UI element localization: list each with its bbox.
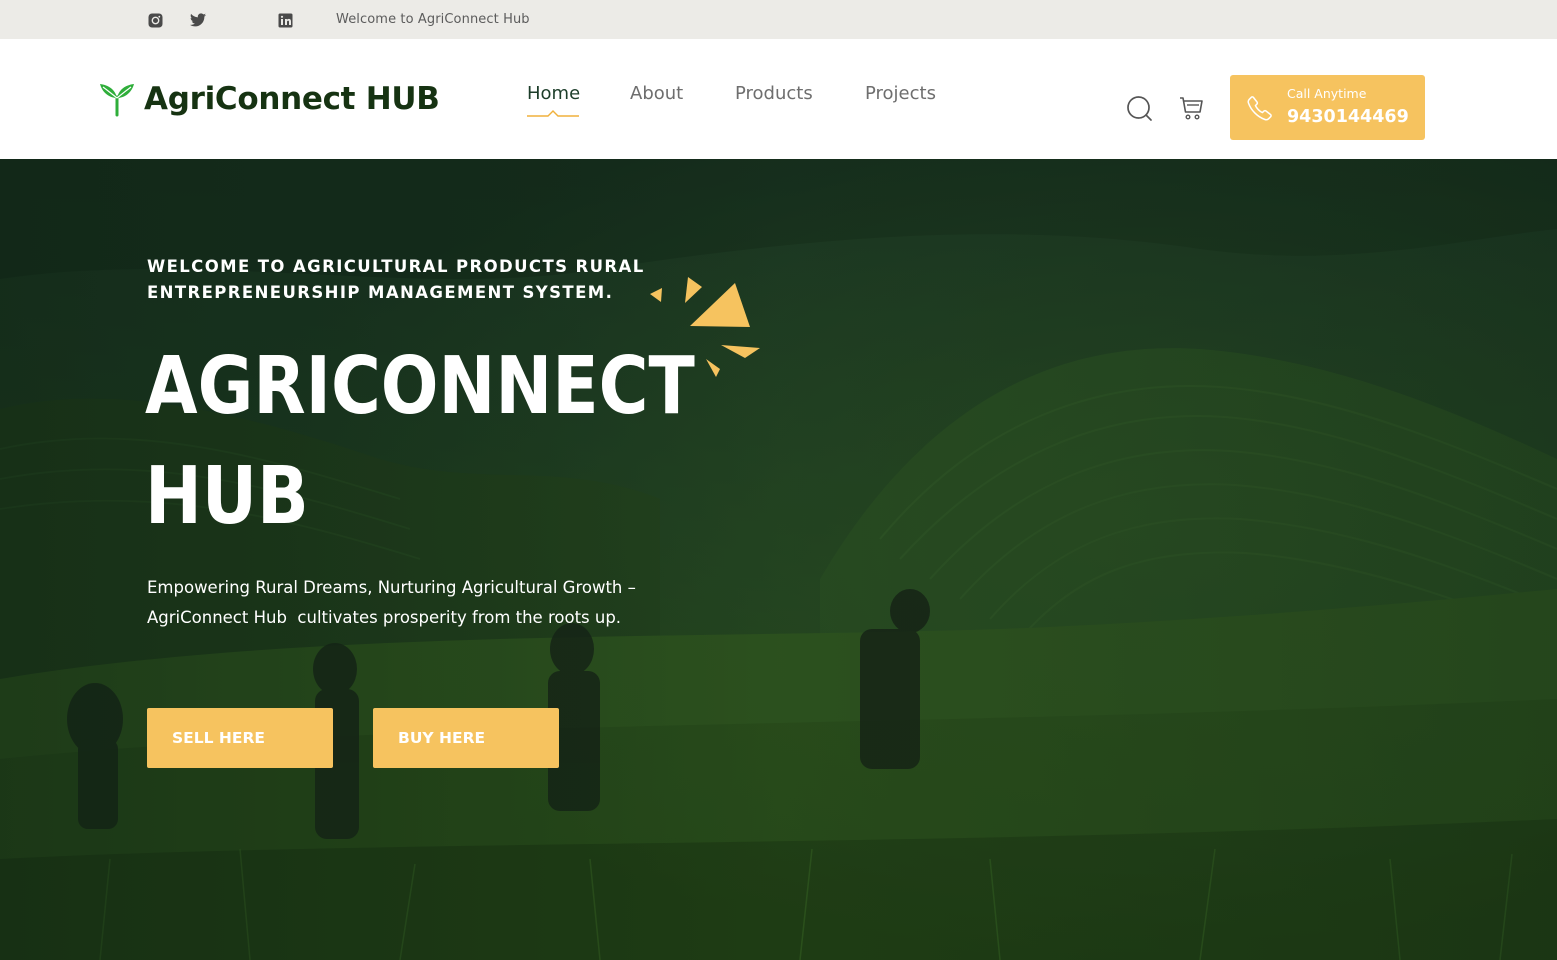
phone-icon [1247,96,1272,121]
brand-logo[interactable]: AgriConnect HUB [98,81,440,117]
cart-icon[interactable] [1178,94,1204,122]
active-nav-underline [527,110,579,117]
search-icon[interactable] [1126,95,1154,123]
call-number: 9430144469 [1287,107,1409,127]
hero-section: WELCOME TO AGRICULTURAL PRODUCTS RURAL E… [0,159,1557,960]
hero-tagline-line1: Empowering Rural Dreams, Nurturing Agric… [147,578,636,597]
hero-title-line1: AGRICONNECT [145,340,695,432]
hero-title: AGRICONNECT HUB [145,331,695,551]
hero-title-line2: HUB [145,450,309,542]
hero-tagline: Empowering Rural Dreams, Nurturing Agric… [147,573,707,633]
nav-home[interactable]: Home [527,83,580,104]
sell-here-label: SELL HERE [172,729,265,747]
hero-kicker: WELCOME TO AGRICULTURAL PRODUCTS RURAL E… [147,254,667,306]
site-header: AgriConnect HUB Home About Products Proj… [0,39,1557,159]
call-label: Call Anytime [1287,86,1367,101]
top-bar: Welcome to AgriConnect Hub [0,0,1557,39]
sell-here-button[interactable]: SELL HERE [147,708,333,768]
welcome-text: Welcome to AgriConnect Hub [336,12,530,27]
nav-about[interactable]: About [630,83,683,104]
hero-kicker-line2: ENTREPRENEURSHIP MANAGEMENT SYSTEM. [147,283,614,302]
nav-projects[interactable]: Projects [865,83,936,104]
twitter-icon[interactable] [190,12,206,28]
brand-name: AgriConnect HUB [144,81,440,117]
hero-tagline-line2: AgriConnect Hub cultivates prosperity fr… [147,608,622,627]
linkedin-icon[interactable] [277,12,293,28]
sprout-icon [100,84,134,117]
hero-kicker-line1: WELCOME TO AGRICULTURAL PRODUCTS RURAL [147,257,645,276]
buy-here-label: BUY HERE [398,729,486,747]
nav-products[interactable]: Products [735,83,813,104]
call-anytime-button[interactable]: Call Anytime 9430144469 [1230,75,1425,140]
buy-here-button[interactable]: BUY HERE [373,708,559,768]
instagram-icon[interactable] [147,12,163,28]
